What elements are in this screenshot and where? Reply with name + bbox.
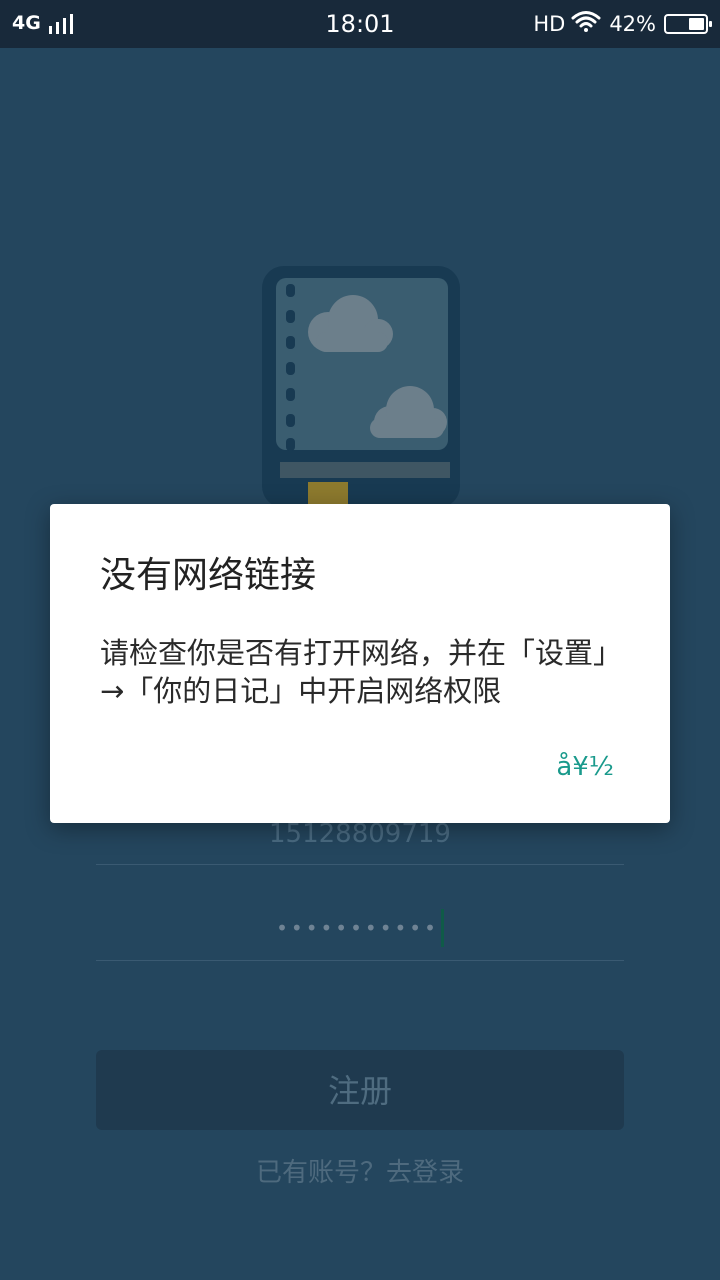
battery-fill <box>689 17 704 30</box>
status-bar: 4G 18:01 HD 42% <box>0 0 720 48</box>
password-value: ••••••••••• <box>276 916 439 940</box>
status-right: HD 42% <box>533 10 712 37</box>
register-button[interactable]: 注册 <box>96 1050 624 1130</box>
dialog-ok-button[interactable]: å¥½ <box>556 752 614 782</box>
wifi-icon <box>571 10 601 37</box>
no-network-dialog: 没有网络链接 请检查你是否有打开网络，并在「设置」→「你的日记」中开启网络权限 … <box>50 504 670 823</box>
battery-icon <box>664 13 712 34</box>
dialog-message: 请检查你是否有打开网络，并在「设置」→「你的日记」中开启网络权限 <box>100 636 623 708</box>
go-login-link[interactable]: 已有账号？去登录 <box>0 1152 720 1189</box>
text-caret <box>440 909 444 947</box>
battery-cap <box>709 20 712 27</box>
dialog-title: 没有网络链接 <box>100 555 317 596</box>
password-input[interactable]: ••••••••••• <box>96 896 624 961</box>
battery-percent: 42% <box>609 11 656 36</box>
hd-indicator: HD <box>533 11 566 36</box>
diary-logo-icon <box>262 266 460 512</box>
